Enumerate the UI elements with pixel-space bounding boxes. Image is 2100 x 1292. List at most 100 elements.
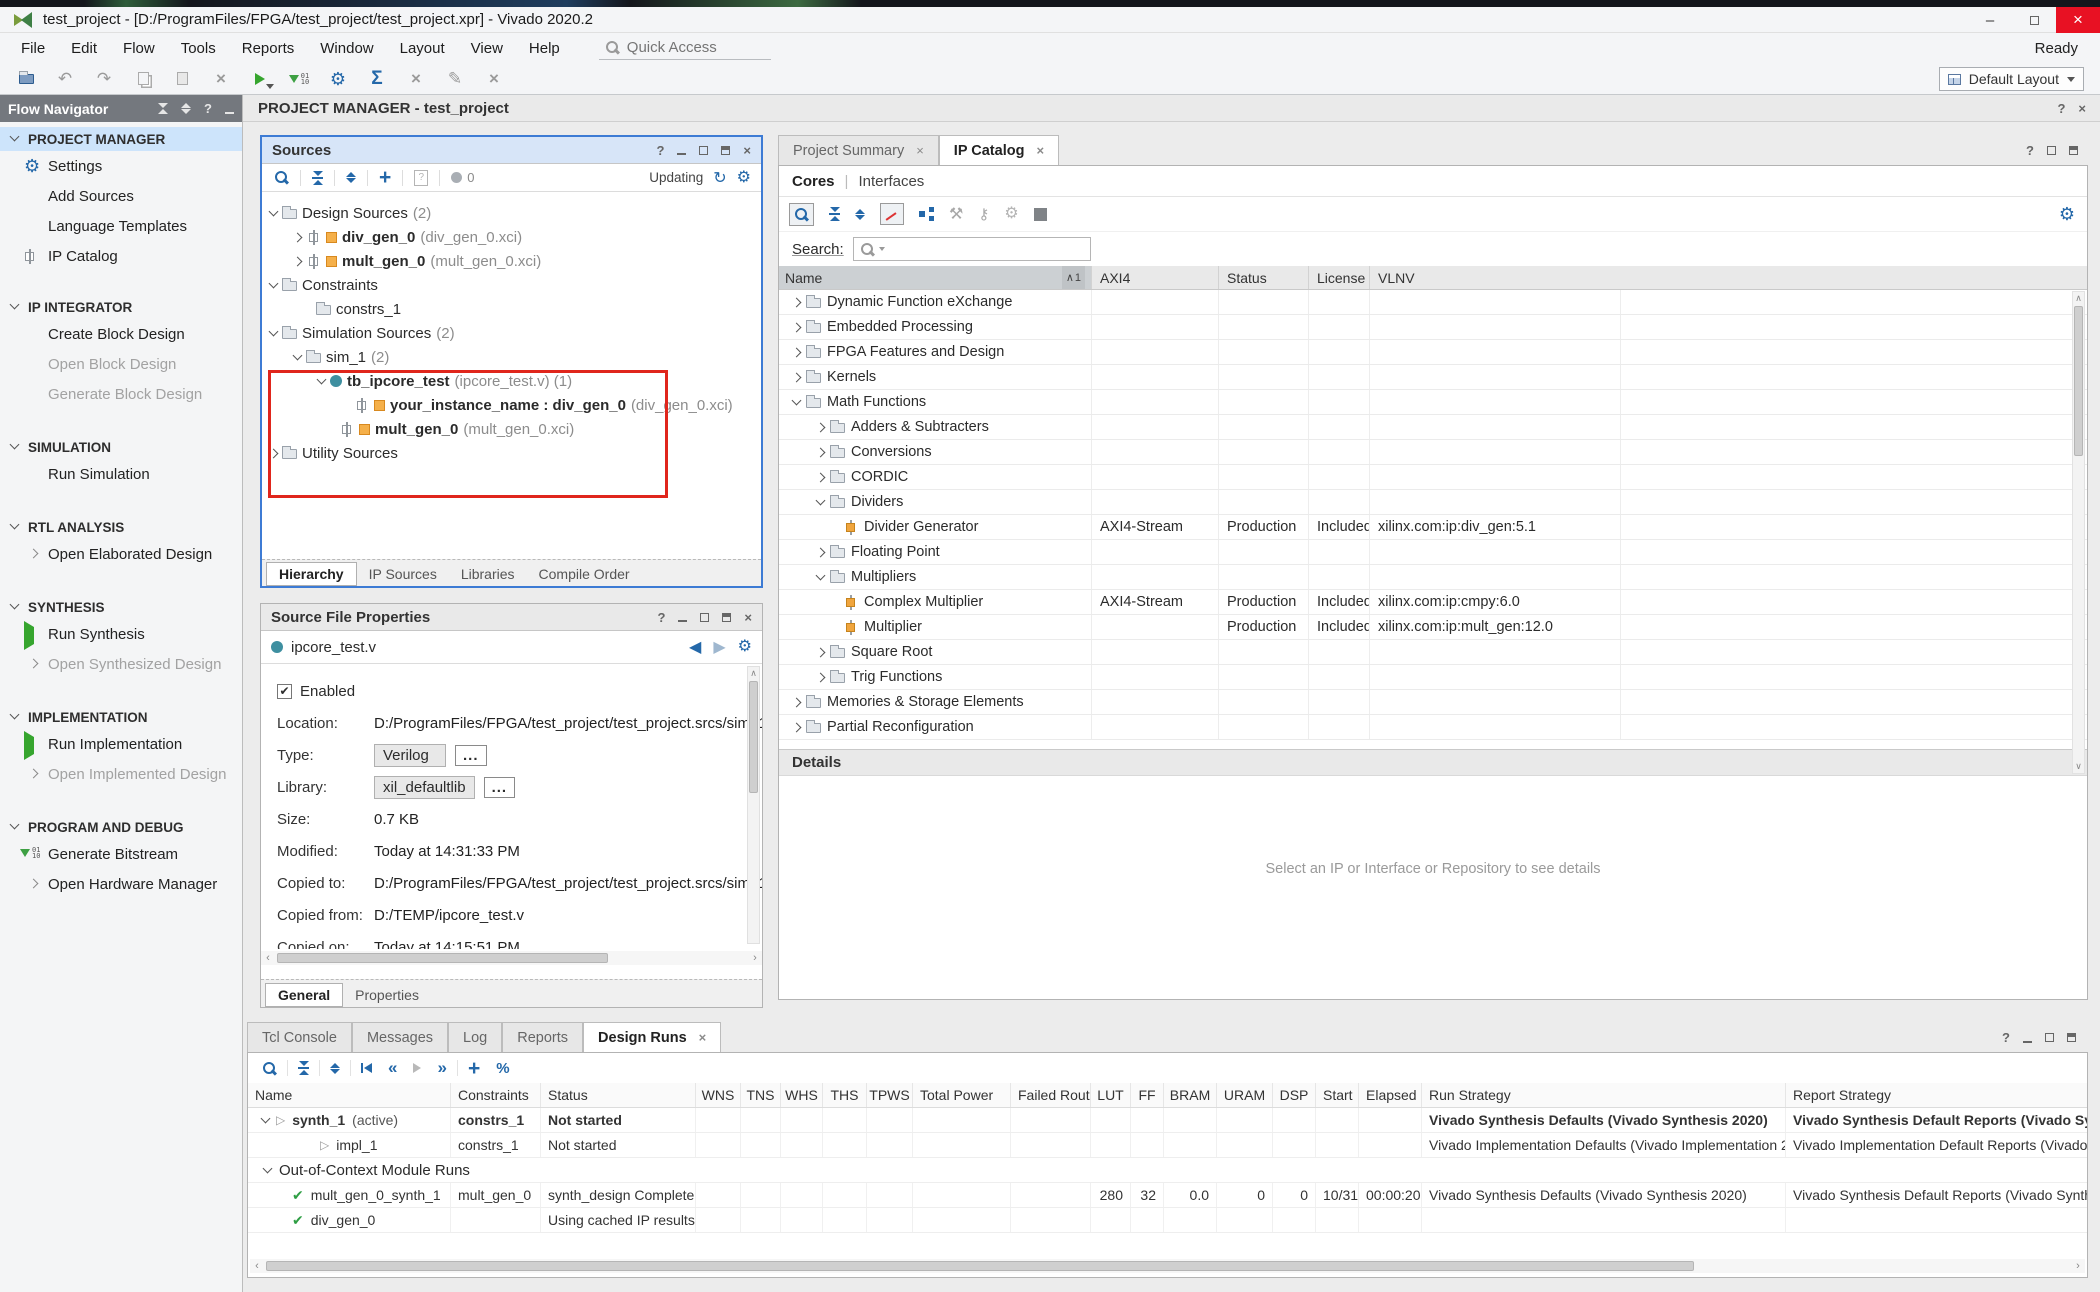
chevron-right-icon[interactable] [792,322,802,332]
tree-item-constraints[interactable]: Constraints [262,273,761,297]
sidebar-item-open-elaborated-design[interactable]: Open Elaborated Design [0,539,242,569]
menu-layout[interactable]: Layout [387,36,458,61]
ip-row-floating-point[interactable]: Floating Point [779,540,2087,565]
layout-selector[interactable]: Default Layout [1939,67,2084,91]
column-tpws[interactable]: TPWS [867,1083,913,1107]
cancel-icon[interactable]: × [406,69,426,89]
tree-item-your-instance-name[interactable]: your_instance_name : div_gen_0(div_gen_0… [262,393,761,417]
maximize-panel-icon[interactable] [699,146,708,155]
float-panel-icon[interactable] [2069,146,2078,155]
maximize-panel-icon[interactable] [2047,146,2056,155]
sidebar-item-open-hardware-manager[interactable]: Open Hardware Manager [0,869,242,899]
ip-row-multipliers[interactable]: Multipliers [779,565,2087,590]
sources-panel-header[interactable]: Sources ? × [262,137,761,164]
column-uram[interactable]: URAM [1217,1083,1273,1107]
chevron-down-icon[interactable] [317,375,327,385]
float-panel-icon[interactable] [722,613,731,622]
column-wns[interactable]: WNS [696,1083,741,1107]
tree-item-mult-gen-0[interactable]: mult_gen_0(mult_gen_0.xci) [262,249,761,273]
menu-view[interactable]: View [458,36,516,61]
copy-icon[interactable] [133,69,153,89]
sidebar-item-generate-block-design[interactable]: Generate Block Design [0,379,242,409]
ip-row-embedded-processing[interactable]: Embedded Processing [779,315,2087,340]
sidebar-section-ip-integrator[interactable]: IP INTEGRATOR [0,295,242,319]
sidebar-item-settings[interactable]: ⚙Settings [0,151,242,181]
chevron-down-icon[interactable] [816,571,826,581]
column-dsp[interactable]: DSP [1273,1083,1316,1107]
collapse-all-icon[interactable] [829,207,840,221]
add-sources-icon[interactable]: + [379,167,391,188]
chevron-right-icon[interactable] [293,232,303,242]
tab-log[interactable]: Log [448,1022,502,1052]
close-icon[interactable]: × [699,1030,707,1045]
column-lut[interactable]: LUT [1091,1083,1131,1107]
help-icon[interactable]: ? [656,143,664,158]
run-row-mult-gen-0-synth-1[interactable]: ✔mult_gen_0_synth_1 mult_gen_0 synth_des… [248,1183,2087,1208]
vertical-scrollbar[interactable]: ∧ [747,666,760,944]
column-whs[interactable]: WHS [781,1083,823,1107]
tab-messages[interactable]: Messages [352,1022,448,1052]
redo-icon[interactable]: ↷ [94,69,114,89]
key-icon[interactable]: ⚷ [978,205,989,223]
column-constraints[interactable]: Constraints [451,1083,541,1107]
sidebar-item-open-synthesized-design[interactable]: Open Synthesized Design [0,649,242,679]
column-license[interactable]: License [1308,266,1369,289]
step-forward-icon[interactable]: » [437,1058,446,1078]
quick-access-input[interactable] [627,39,747,56]
chevron-right-icon[interactable] [792,697,802,707]
chevron-right-icon[interactable] [816,472,826,482]
sidebar-item-run-simulation[interactable]: Run Simulation [0,459,242,489]
minimize-panel-icon[interactable] [678,620,687,622]
tab-libraries[interactable]: Libraries [449,562,527,586]
step-back-icon[interactable]: « [388,1058,397,1078]
menu-tools[interactable]: Tools [168,36,229,61]
stop-icon[interactable] [1034,208,1047,221]
sidebar-section-implementation[interactable]: IMPLEMENTATION [0,705,242,729]
ip-row-divider-generator[interactable]: Divider Generator AXI4-Stream Production… [779,515,2087,540]
unknown-file-icon[interactable]: ? [414,170,428,186]
ip-row-fpga-features[interactable]: FPGA Features and Design [779,340,2087,365]
undo-icon[interactable]: ↶ [55,69,75,89]
maximize-panel-icon[interactable] [700,613,709,622]
sidebar-section-simulation[interactable]: SIMULATION [0,435,242,459]
column-ths[interactable]: THS [823,1083,867,1107]
play-icon[interactable] [413,1063,421,1073]
horizontal-scrollbar[interactable]: ‹› [250,1259,2085,1273]
help-icon[interactable]: ? [657,610,665,625]
type-browse-button[interactable]: ... [455,745,487,766]
expand-all-icon[interactable] [330,1063,340,1074]
chevron-down-icon[interactable] [261,1114,271,1124]
chevron-down-icon[interactable] [263,1164,273,1174]
tree-item-constrs-1[interactable]: constrs_1 [262,297,761,321]
sidebar-section-rtl-analysis[interactable]: RTL ANALYSIS [0,515,242,539]
float-panel-icon[interactable] [721,146,730,155]
chevron-down-icon[interactable] [792,396,802,406]
chevron-right-icon[interactable] [293,256,303,266]
vertical-scrollbar[interactable]: ∧∨ [2072,291,2085,774]
abort-icon[interactable]: × [484,69,504,89]
subtab-cores[interactable]: Cores [792,173,835,190]
tab-compile-order[interactable]: Compile Order [527,562,642,586]
run-row-synth-1[interactable]: ▷synth_1(active) constrs_1 Not started V… [248,1108,2087,1133]
chevron-right-icon[interactable] [792,297,802,307]
sidebar-item-open-implemented-design[interactable]: Open Implemented Design [0,759,242,789]
sidebar-section-program-and-debug[interactable]: PROGRAM AND DEBUG [0,815,242,839]
menu-reports[interactable]: Reports [229,36,308,61]
chevron-right-icon[interactable] [792,372,802,382]
minimize-panel-icon[interactable] [677,153,686,155]
menu-flow[interactable]: Flow [110,36,168,61]
close-panel-icon[interactable]: × [743,143,751,158]
create-run-icon[interactable]: + [468,1058,480,1079]
chevron-right-icon[interactable] [816,422,826,432]
sidebar-item-ip-catalog[interactable]: IP Catalog [0,241,242,271]
skip-to-start-icon[interactable] [361,1063,372,1073]
tab-general[interactable]: General [265,983,343,1007]
column-name[interactable]: Name∧1 [779,266,1091,289]
percent-icon[interactable]: % [496,1060,509,1077]
ip-row-dynamic-function-exchange[interactable]: Dynamic Function eXchange [779,290,2087,315]
column-vlnv[interactable]: VLNV [1369,266,1621,289]
tree-item-sim-1[interactable]: sim_1(2) [262,345,761,369]
wrench-icon[interactable]: ⚒ [949,204,963,224]
properties-panel-header[interactable]: Source File Properties ? × [261,604,762,631]
ip-row-square-root[interactable]: Square Root [779,640,2087,665]
